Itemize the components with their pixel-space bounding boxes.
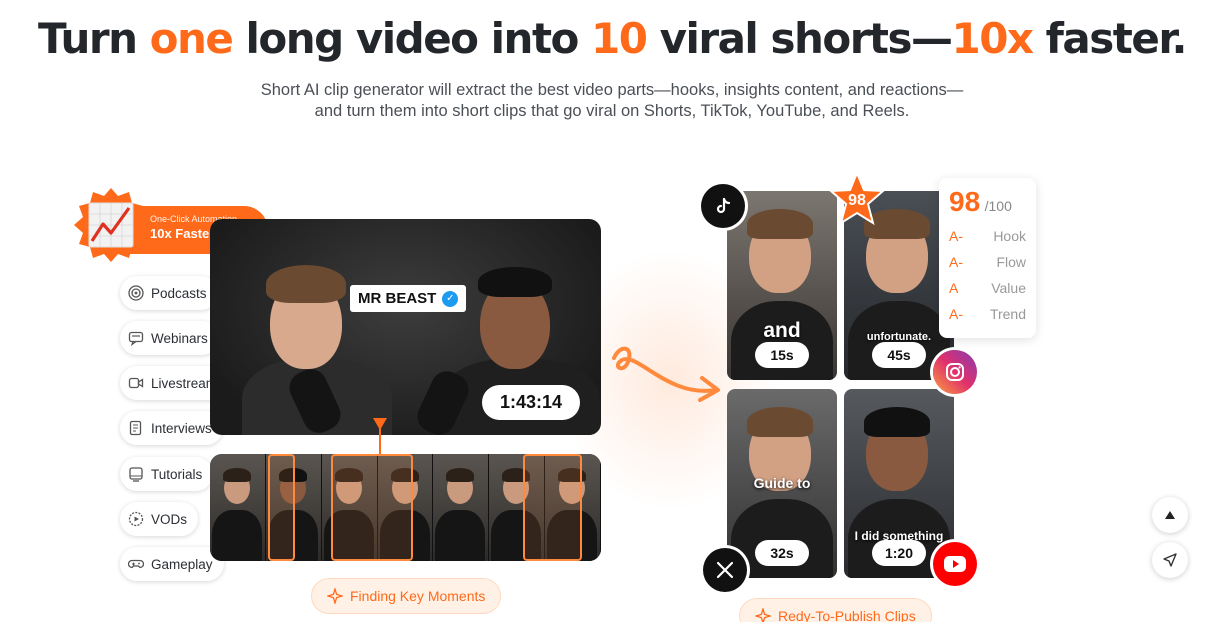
instagram-icon[interactable]	[933, 350, 977, 394]
timeline-frame	[433, 454, 490, 561]
subheading-line: and turn them into short clips that go v…	[314, 102, 910, 120]
score-grade: A-	[949, 306, 963, 322]
score-max: /100	[984, 198, 1012, 214]
video-timecode: 1:43:14	[482, 385, 581, 420]
sparkle-icon	[327, 588, 343, 604]
navigation-button[interactable]	[1152, 542, 1188, 578]
source-label: Webinars	[151, 330, 208, 346]
ready-to-publish-label: Redy-To-Publish Clips	[739, 598, 932, 622]
headline-highlight: 10x	[951, 14, 1034, 63]
source-video-preview[interactable]: MR BEAST ✓ 1:43:14	[210, 219, 601, 435]
scroll-to-top-button[interactable]	[1152, 497, 1188, 533]
highlight-selection[interactable]	[523, 454, 582, 561]
viral-score-star: 98	[828, 171, 886, 229]
score-row: A- Flow	[949, 254, 1026, 270]
source-chip-interviews[interactable]: Interviews	[120, 411, 223, 445]
subheading: Short AI clip generator will extract the…	[0, 80, 1224, 122]
creator-name-tag: MR BEAST ✓	[350, 285, 467, 312]
clip-caption: and	[763, 319, 801, 342]
ready-label-text: Redy-To-Publish Clips	[778, 608, 916, 622]
subheading-line: Short AI clip generator will extract the…	[260, 81, 964, 99]
trending-chart-icon	[74, 188, 148, 262]
interview-icon	[129, 420, 142, 436]
source-chip-gameplay[interactable]: Gameplay	[120, 547, 224, 581]
page-headline: Turn one long video into 10 viral shorts…	[0, 14, 1224, 63]
clip-duration: 1:20	[872, 540, 926, 566]
source-label: Podcasts	[151, 285, 207, 301]
source-chip-webinars[interactable]: Webinars	[120, 321, 219, 355]
score-grade: A-	[949, 228, 963, 244]
podcast-icon	[128, 285, 144, 301]
headline-part: faster.	[1032, 14, 1188, 63]
score-metric: Value	[991, 280, 1026, 296]
score-row: A- Trend	[949, 306, 1026, 322]
headline-part: Turn	[37, 14, 150, 63]
highlight-selection[interactable]	[331, 454, 413, 561]
score-metric: Flow	[996, 254, 1026, 270]
headline-part: long video into	[232, 14, 592, 63]
headline-highlight: 10	[591, 14, 648, 63]
source-label: VODs	[151, 511, 188, 527]
source-label: Interviews	[151, 420, 212, 436]
score-grade: A	[949, 280, 959, 296]
source-chip-tutorials[interactable]: Tutorials	[120, 457, 214, 491]
vod-icon	[128, 511, 144, 527]
score-grade: A-	[949, 254, 963, 270]
webinar-icon	[128, 331, 144, 346]
score-value: 98	[949, 186, 981, 217]
clip-duration: 32s	[755, 540, 809, 566]
headline-part: viral shorts—	[646, 14, 953, 63]
gamepad-icon	[128, 559, 144, 569]
highlight-selection[interactable]	[268, 454, 295, 561]
score-metric: Hook	[993, 228, 1026, 244]
clip-caption: Guide to	[753, 475, 811, 491]
source-chip-podcasts[interactable]: Podcasts	[120, 276, 218, 310]
timeline-frame	[210, 454, 266, 561]
flow-arrow-icon	[612, 346, 720, 402]
clip-duration: 15s	[755, 342, 809, 368]
source-label: Tutorials	[151, 466, 203, 482]
short-clip[interactable]: Guide to 32s	[727, 389, 837, 578]
finding-label-text: Finding Key Moments	[350, 588, 486, 604]
star-score-value: 98	[848, 192, 866, 209]
virality-score-card: 98 /100 A- Hook A- Flow A Value A- Trend	[939, 178, 1036, 338]
livestream-icon	[128, 377, 144, 389]
score-metric: Trend	[989, 306, 1026, 322]
score-row: A- Hook	[949, 228, 1026, 244]
source-chip-vods[interactable]: VODs	[120, 502, 199, 536]
score-row: A Value	[949, 280, 1026, 296]
clip-duration: 45s	[872, 342, 926, 368]
x-twitter-icon[interactable]	[703, 548, 747, 592]
creator-name: MR BEAST	[358, 290, 437, 307]
short-clip[interactable]: and 15s	[727, 191, 837, 380]
verified-icon: ✓	[442, 290, 459, 307]
caret-up-icon	[1165, 511, 1175, 519]
headline-highlight: one	[149, 14, 234, 63]
youtube-icon[interactable]	[933, 542, 977, 586]
score-header: 98 /100	[949, 186, 1026, 218]
source-label: Gameplay	[151, 556, 213, 572]
tiktok-icon[interactable]	[701, 184, 745, 228]
sparkle-icon	[755, 608, 771, 622]
send-arrow-icon	[1163, 553, 1177, 567]
finding-key-moments-label: Finding Key Moments	[311, 578, 502, 614]
tutorial-icon	[129, 467, 143, 482]
